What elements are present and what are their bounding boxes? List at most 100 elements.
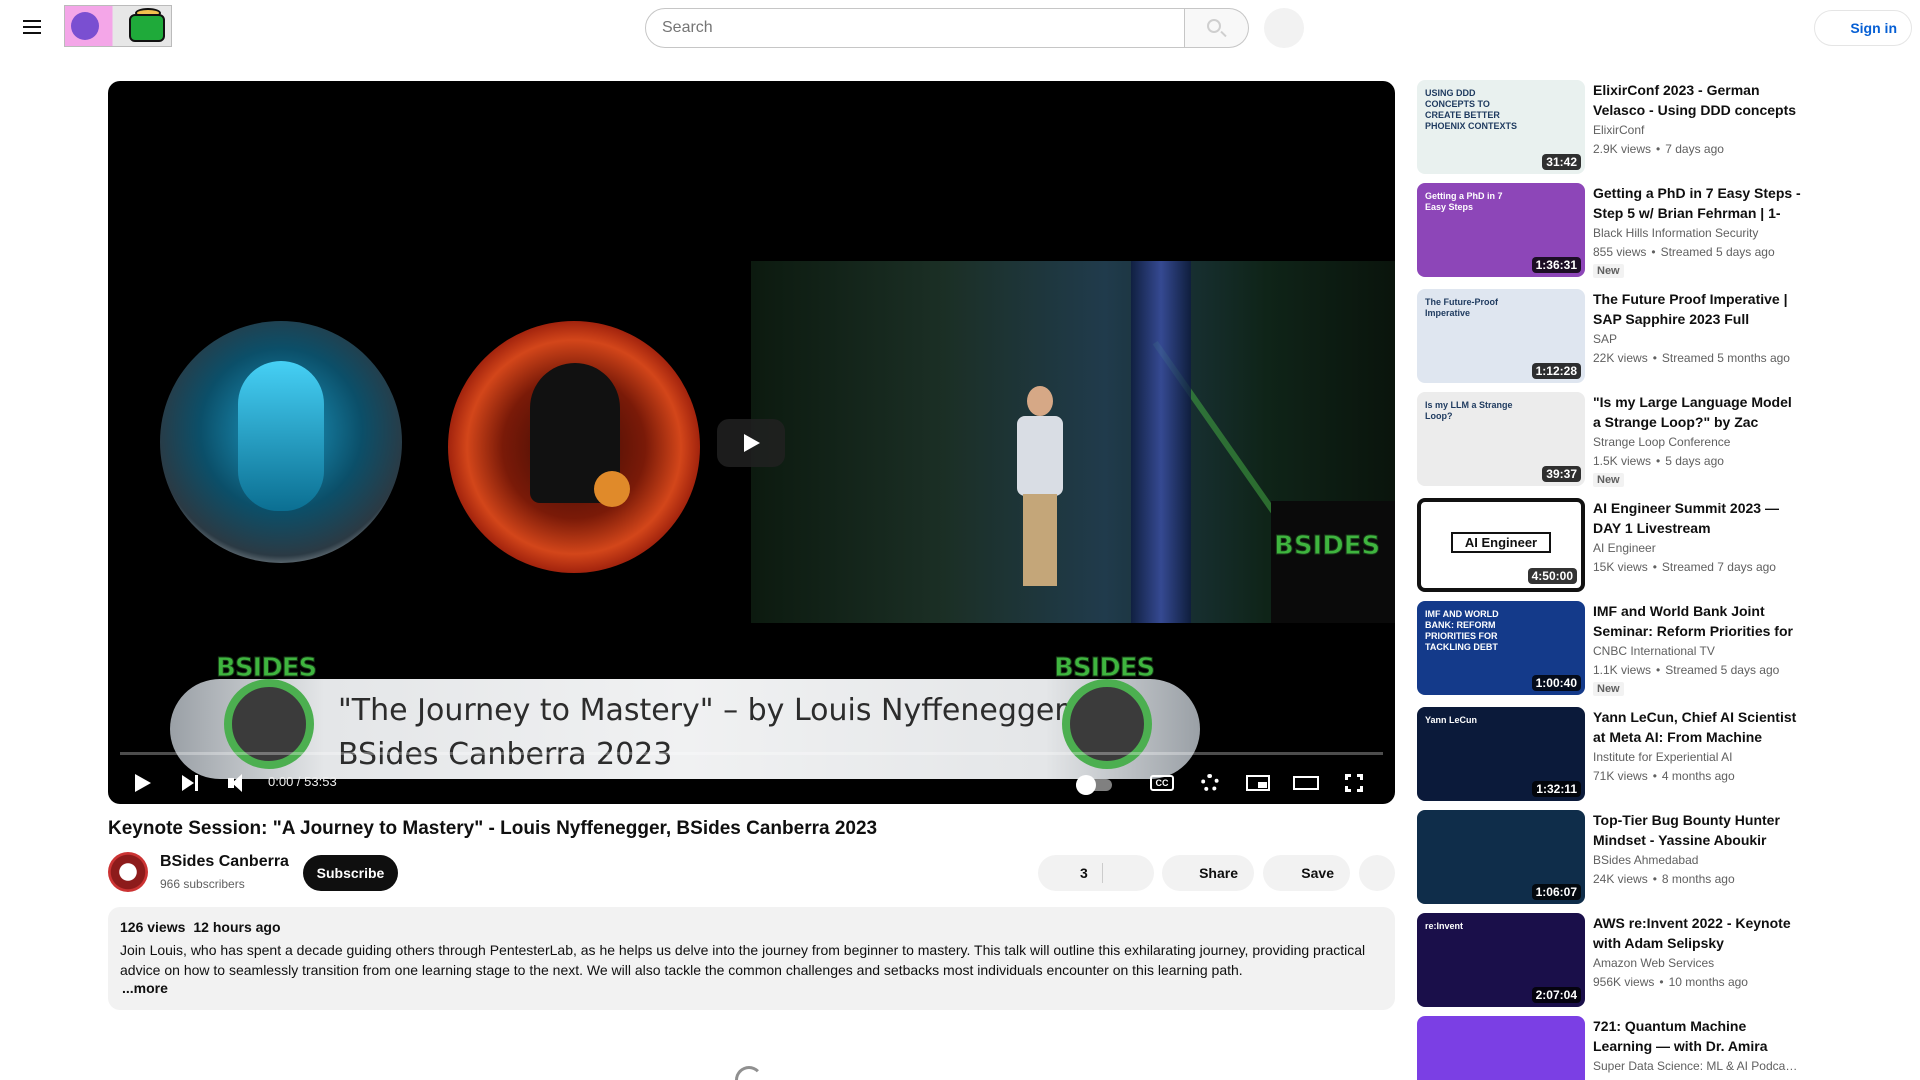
- recommended-video-meta: 855 views • Streamed 5 days ago: [1593, 245, 1808, 259]
- upload-age: 4 months ago: [1661, 769, 1735, 783]
- recommended-video-title[interactable]: IMF and World Bank Joint Seminar: Reform…: [1593, 601, 1803, 641]
- video-thumbnail[interactable]: USING DDD CONCEPTS TO CREATE BETTER PHOE…: [1417, 80, 1585, 174]
- recommended-channel-name[interactable]: AI Engineer: [1593, 541, 1803, 555]
- like-count: 3: [1080, 865, 1088, 881]
- search-input[interactable]: [645, 8, 1185, 48]
- voice-search-button[interactable]: [1264, 8, 1304, 48]
- recommended-video-title[interactable]: ElixirConf 2023 - German Velasco - Using…: [1593, 80, 1803, 120]
- sign-in-label: Sign in: [1850, 20, 1897, 36]
- view-count: 126 views: [120, 919, 186, 935]
- upload-age: Streamed 5 days ago: [1660, 245, 1775, 259]
- recommended-video-title[interactable]: Yann LeCun, Chief AI Scientist at Meta A…: [1593, 707, 1803, 747]
- recommended-channel-name[interactable]: BSides Ahmedabad: [1593, 853, 1803, 867]
- progress-bar[interactable]: [120, 752, 1383, 755]
- show-more-link[interactable]: ...more: [122, 980, 168, 996]
- video-thumbnail[interactable]: AI Engineer 4:50:00: [1417, 498, 1585, 592]
- video-thumbnail[interactable]: [1417, 1016, 1585, 1080]
- recommended-video[interactable]: IMF AND WORLD BANK: REFORM PRIORITIES FO…: [1417, 601, 1812, 696]
- theater-mode-icon[interactable]: [1288, 765, 1324, 801]
- stage-bsides-logo: BSIDES: [1273, 531, 1381, 562]
- recommended-video-meta: 71K views • 4 months ago: [1593, 769, 1808, 783]
- subtitles-icon[interactable]: CC: [1144, 765, 1180, 801]
- recommended-channel-name[interactable]: Strange Loop Conference: [1593, 435, 1803, 449]
- channel-name[interactable]: BSides Canberra: [160, 853, 289, 871]
- video-thumbnail[interactable]: 1:06:07: [1417, 810, 1585, 904]
- recommended-channel-name[interactable]: Institute for Experiential AI: [1593, 750, 1803, 764]
- large-play-button[interactable]: [717, 419, 785, 467]
- recommended-video-meta: 1.5K views • 5 days ago: [1593, 454, 1808, 468]
- upload-age: Streamed 7 days ago: [1661, 560, 1776, 574]
- search-bar: [645, 8, 1249, 48]
- subscribe-button[interactable]: Subscribe: [303, 855, 398, 891]
- new-badge: New: [1593, 682, 1624, 696]
- recommended-video-meta: 2.9K views • 7 days ago: [1593, 142, 1808, 156]
- video-thumbnail[interactable]: Getting a PhD in 7 Easy Steps 1:36:31: [1417, 183, 1585, 277]
- recommended-video-meta: 15K views • Streamed 7 days ago: [1593, 560, 1808, 574]
- dislike-button[interactable]: [1103, 855, 1154, 891]
- volume-icon[interactable]: [220, 765, 256, 801]
- more-actions-button[interactable]: [1359, 855, 1395, 891]
- bsides-logo: BSIDES: [1053, 653, 1156, 773]
- recommended-video-title[interactable]: 721: Quantum Machine Learning — with Dr.…: [1593, 1016, 1803, 1056]
- play-icon[interactable]: [124, 765, 160, 801]
- recommended-channel-name[interactable]: Super Data Science: ML & AI Podcast with…: [1593, 1059, 1803, 1073]
- search-button[interactable]: [1185, 8, 1249, 48]
- autoplay-toggle[interactable]: [1070, 765, 1122, 801]
- recommended-video-title[interactable]: Getting a PhD in 7 Easy Steps - Step 5 w…: [1593, 183, 1803, 223]
- sign-in-button[interactable]: Sign in: [1814, 10, 1912, 46]
- description-box[interactable]: 126 views 12 hours ago Join Louis, who ha…: [108, 907, 1395, 1010]
- account-icon: [1827, 20, 1843, 36]
- recommended-channel-name[interactable]: SAP: [1593, 332, 1803, 346]
- channel-avatar[interactable]: [108, 852, 148, 892]
- recommended-video[interactable]: AI Engineer 4:50:00 AI Engineer Summit 202…: [1417, 498, 1812, 592]
- recommended-video[interactable]: re:Invent 2:07:04 AWS re:Invent 2022 - Key…: [1417, 913, 1812, 1007]
- video-thumbnail[interactable]: Is my LLM a Strange Loop? 39:37: [1417, 392, 1585, 486]
- video-player[interactable]: BSIDES BSIDES BSIDES "The Journey to Mas…: [108, 81, 1395, 804]
- video-title: Keynote Session: "A Journey to Mastery" …: [108, 818, 878, 839]
- menu-icon[interactable]: [20, 16, 44, 40]
- recommended-video-title[interactable]: The Future Proof Imperative | SAP Sapphi…: [1593, 289, 1803, 329]
- save-button[interactable]: Save: [1263, 855, 1350, 891]
- like-button[interactable]: 3: [1038, 855, 1102, 891]
- recommended-video-title[interactable]: AI Engineer Summit 2023 — DAY 1 Livestre…: [1593, 498, 1803, 538]
- new-badge: New: [1593, 264, 1624, 278]
- video-thumbnail[interactable]: The Future-Proof Imperative 1:12:28: [1417, 289, 1585, 383]
- miniplayer-icon[interactable]: [1240, 765, 1276, 801]
- video-thumbnail[interactable]: IMF AND WORLD BANK: REFORM PRIORITIES FO…: [1417, 601, 1585, 695]
- recommended-video[interactable]: Yann LeCun 1:32:11 Yann LeCun, Chief AI Sc…: [1417, 707, 1812, 801]
- stage-footage: [751, 261, 1395, 623]
- video-duration: 1:32:11: [1532, 781, 1581, 797]
- blue-face-coin-art: [160, 321, 402, 563]
- recommended-channel-name[interactable]: CNBC International TV: [1593, 644, 1803, 658]
- recommended-video[interactable]: The Future-Proof Imperative 1:12:28 The Fu…: [1417, 289, 1812, 383]
- like-dislike-group: 3: [1038, 855, 1154, 891]
- thumbnail-text: Yann LeCun: [1425, 715, 1478, 725]
- banner-talk-title: "The Journey to Mastery" – by Louis Nyff…: [338, 693, 1067, 728]
- recommended-video[interactable]: 721: Quantum Machine Learning — with Dr.…: [1417, 1016, 1812, 1080]
- recommended-video[interactable]: Is my LLM a Strange Loop? 39:37 "Is my Lar…: [1417, 392, 1812, 487]
- recommended-video-meta: 1.1K views • Streamed 5 days ago: [1593, 663, 1808, 677]
- recommended-video-title[interactable]: Top-Tier Bug Bounty Hunter Mindset - Yas…: [1593, 810, 1803, 850]
- recommended-channel-name[interactable]: ElixirConf: [1593, 123, 1803, 137]
- settings-gear-icon[interactable]: [1192, 765, 1228, 801]
- view-count: 24K views: [1593, 872, 1648, 886]
- video-thumbnail[interactable]: Yann LeCun 1:32:11: [1417, 707, 1585, 801]
- recommended-channel-name[interactable]: Black Hills Information Security: [1593, 226, 1803, 240]
- video-thumbnail[interactable]: re:Invent 2:07:04: [1417, 913, 1585, 1007]
- separator-dot: •: [1656, 142, 1661, 156]
- video-duration: 2:07:04: [1531, 987, 1581, 1003]
- fullscreen-icon[interactable]: [1336, 765, 1372, 801]
- recommended-video[interactable]: USING DDD CONCEPTS TO CREATE BETTER PHOE…: [1417, 80, 1812, 174]
- thumbnail-text: re:Invent: [1425, 921, 1464, 931]
- red-hooded-coin-art: [448, 321, 700, 573]
- site-logo[interactable]: [64, 5, 172, 47]
- separator-dot: •: [1652, 769, 1657, 783]
- speaker-figure: [1013, 386, 1067, 586]
- recommended-video[interactable]: Getting a PhD in 7 Easy Steps 1:36:31 Gett…: [1417, 183, 1812, 278]
- share-button[interactable]: Share: [1162, 855, 1254, 891]
- next-icon[interactable]: [172, 765, 208, 801]
- recommended-video[interactable]: 1:06:07 Top-Tier Bug Bounty Hunter Mindse…: [1417, 810, 1812, 904]
- recommended-channel-name[interactable]: Amazon Web Services: [1593, 956, 1803, 970]
- recommended-video-title[interactable]: "Is my Large Language Model a Strange Lo…: [1593, 392, 1803, 432]
- recommended-video-title[interactable]: AWS re:Invent 2022 - Keynote with Adam S…: [1593, 913, 1803, 953]
